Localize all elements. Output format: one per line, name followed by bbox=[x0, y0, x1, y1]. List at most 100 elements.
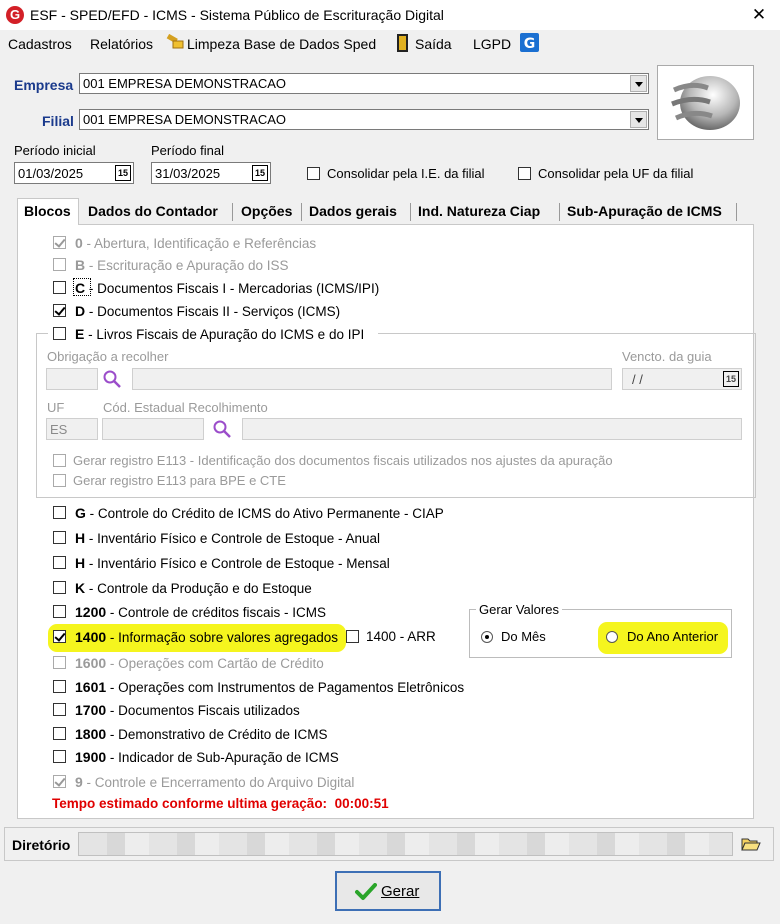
bloco-h-anual-checkbox[interactable] bbox=[53, 531, 66, 544]
window-title: ESF - SPED/EFD - ICMS - Sistema Público … bbox=[30, 7, 444, 23]
tab-opcoes[interactable]: Opções bbox=[237, 200, 296, 224]
menu-saida[interactable]: Saída bbox=[415, 36, 452, 52]
tab-ind-natureza-ciap[interactable]: Ind. Natureza Ciap bbox=[414, 200, 544, 224]
bloco-1900-checkbox[interactable] bbox=[53, 750, 66, 763]
filial-value: 001 EMPRESA DEMONSTRACAO bbox=[83, 112, 286, 127]
tab-dados-contador[interactable]: Dados do Contador bbox=[84, 200, 222, 224]
periodo-inicial-value: 01/03/2025 bbox=[18, 166, 84, 181]
tab-sub-apuracao[interactable]: Sub-Apuração de ICMS bbox=[563, 200, 726, 224]
bloco-b-label: B - Escrituração e Apuração do ISS bbox=[75, 257, 289, 273]
diretorio-input[interactable] bbox=[78, 832, 733, 856]
bloco-1900-label: 1900 - Indicador de Sub-Apuração de ICMS bbox=[75, 749, 339, 765]
bloco-1800-checkbox[interactable] bbox=[53, 727, 66, 740]
tab-blocos[interactable]: Blocos bbox=[20, 200, 75, 224]
bloco-c-checkbox[interactable] bbox=[53, 281, 66, 294]
menu-cadastros[interactable]: Cadastros bbox=[8, 36, 72, 52]
bloco-g-checkbox[interactable] bbox=[53, 506, 66, 519]
consolidar-uf-checkbox[interactable] bbox=[518, 167, 531, 180]
tab-separator bbox=[736, 203, 737, 221]
bloco-e-checkbox[interactable] bbox=[53, 327, 66, 340]
folder-open-icon[interactable] bbox=[741, 835, 761, 853]
calendar-icon[interactable]: 15 bbox=[115, 165, 131, 181]
e113-bpe-checkbox[interactable] bbox=[53, 474, 66, 487]
bloco-9-checkbox[interactable] bbox=[53, 775, 66, 788]
uf-input[interactable]: ES bbox=[46, 418, 98, 440]
lgpd-g-icon[interactable]: G bbox=[520, 33, 540, 53]
cod-estadual-desc-input[interactable] bbox=[242, 418, 742, 440]
obrigacao-desc-input[interactable] bbox=[132, 368, 612, 390]
tab-separator bbox=[410, 203, 411, 221]
periodo-final-input[interactable]: 31/03/2025 15 bbox=[151, 162, 271, 184]
bloco-b-checkbox[interactable] bbox=[53, 258, 66, 271]
e113-label: Gerar registro E113 - Identificação dos … bbox=[73, 453, 613, 468]
menu-relatorios[interactable]: Relatórios bbox=[90, 36, 153, 52]
chevron-down-icon[interactable] bbox=[630, 111, 647, 128]
menu-lgpd[interactable]: LGPD bbox=[473, 36, 511, 52]
cod-estadual-input[interactable] bbox=[102, 418, 204, 440]
do-mes-label: Do Mês bbox=[501, 629, 546, 644]
do-mes-radio[interactable] bbox=[481, 631, 493, 643]
bloco-d-label: D - Documentos Fiscais II - Serviços (IC… bbox=[75, 303, 341, 319]
bloco-h-mensal-checkbox[interactable] bbox=[53, 556, 66, 569]
filial-select[interactable]: 001 EMPRESA DEMONSTRACAO bbox=[79, 109, 649, 130]
empresa-value: 001 EMPRESA DEMONSTRACAO bbox=[83, 76, 286, 91]
calendar-icon[interactable]: 15 bbox=[252, 165, 268, 181]
calendar-icon[interactable]: 15 bbox=[723, 371, 739, 387]
uf-label: UF bbox=[47, 400, 65, 415]
cod-estadual-label: Cód. Estadual Recolhimento bbox=[103, 400, 268, 415]
bloco-1600-label: 1600 - Operações com Cartão de Crédito bbox=[75, 655, 324, 671]
broom-icon bbox=[166, 34, 184, 49]
consolidar-ie-label: Consolidar pela I.E. da filial bbox=[327, 166, 485, 181]
tempo-estimado: Tempo estimado conforme ultima geração: … bbox=[52, 796, 389, 811]
company-logo-frame bbox=[657, 65, 754, 140]
bloco-1200-checkbox[interactable] bbox=[53, 605, 66, 618]
bloco-1600-checkbox[interactable] bbox=[53, 656, 66, 669]
bloco-e-label: E - Livros Fiscais de Apuração do ICMS e… bbox=[75, 326, 365, 342]
tab-separator bbox=[301, 203, 302, 221]
close-button[interactable]: ✕ bbox=[738, 0, 780, 30]
filial-label: Filial bbox=[42, 113, 74, 129]
checkmark-icon bbox=[355, 883, 377, 900]
bloco-1601-label: 1601 - Operações com Instrumentos de Pag… bbox=[75, 679, 465, 695]
periodo-final-value: 31/03/2025 bbox=[155, 166, 221, 181]
consolidar-ie-checkbox[interactable] bbox=[307, 167, 320, 180]
menu-limpeza[interactable]: Limpeza Base de Dados Sped bbox=[187, 36, 376, 52]
bloco-0-label: 0 - Abertura, Identificação e Referência… bbox=[75, 235, 317, 251]
empresa-label: Empresa bbox=[14, 77, 74, 93]
company-logo-icon bbox=[671, 76, 740, 130]
bloco-9-label: 9 - Controle e Encerramento do Arquivo D… bbox=[75, 774, 355, 790]
vencto-value: / / bbox=[632, 372, 643, 387]
bloco-1700-label: 1700 - Documentos Fiscais utilizados bbox=[75, 702, 300, 718]
periodo-inicial-input[interactable]: 01/03/2025 15 bbox=[14, 162, 134, 184]
bloco-g-label: G - Controle do Crédito de ICMS do Ativo… bbox=[75, 505, 444, 521]
bloco-1400-checkbox[interactable] bbox=[53, 630, 66, 643]
obrigacao-code-input[interactable] bbox=[46, 368, 98, 390]
tab-separator bbox=[232, 203, 233, 221]
bloco-1601-checkbox[interactable] bbox=[53, 680, 66, 693]
bloco-h-anual-label: H - Inventário Físico e Controle de Esto… bbox=[75, 530, 381, 546]
do-ano-anterior-radio[interactable] bbox=[606, 631, 618, 643]
bloco-k-checkbox[interactable] bbox=[53, 581, 66, 594]
consolidar-uf-label: Consolidar pela UF da filial bbox=[538, 166, 694, 181]
bloco-1400-label: 1400 - Informação sobre valores agregado… bbox=[75, 629, 339, 645]
bloco-0-checkbox[interactable] bbox=[53, 236, 66, 249]
exit-door-icon bbox=[397, 34, 408, 52]
vencto-label: Vencto. da guia bbox=[622, 349, 712, 364]
gerar-button[interactable]: Gerar bbox=[335, 871, 441, 911]
tab-dados-gerais[interactable]: Dados gerais bbox=[305, 200, 401, 224]
search-icon[interactable] bbox=[102, 369, 124, 389]
uf-value: ES bbox=[50, 422, 68, 437]
bloco-1400-arr-label: 1400 - ARR bbox=[366, 629, 436, 644]
empresa-select[interactable]: 001 EMPRESA DEMONSTRACAO bbox=[79, 73, 649, 94]
vencto-input[interactable]: / / 15 bbox=[622, 368, 742, 390]
bloco-1200-label: 1200 - Controle de créditos fiscais - IC… bbox=[75, 604, 326, 620]
bloco-1700-checkbox[interactable] bbox=[53, 703, 66, 716]
bloco-1400-arr-checkbox[interactable] bbox=[346, 630, 359, 643]
bloco-1800-label: 1800 - Demonstrativo de Crédito de ICMS bbox=[75, 726, 328, 742]
chevron-down-icon[interactable] bbox=[630, 75, 647, 92]
tab-separator bbox=[559, 203, 560, 221]
bloco-d-checkbox[interactable] bbox=[53, 304, 66, 317]
search-icon[interactable] bbox=[212, 419, 234, 439]
e113-checkbox[interactable] bbox=[53, 454, 66, 467]
diretorio-label: Diretório bbox=[12, 837, 71, 853]
